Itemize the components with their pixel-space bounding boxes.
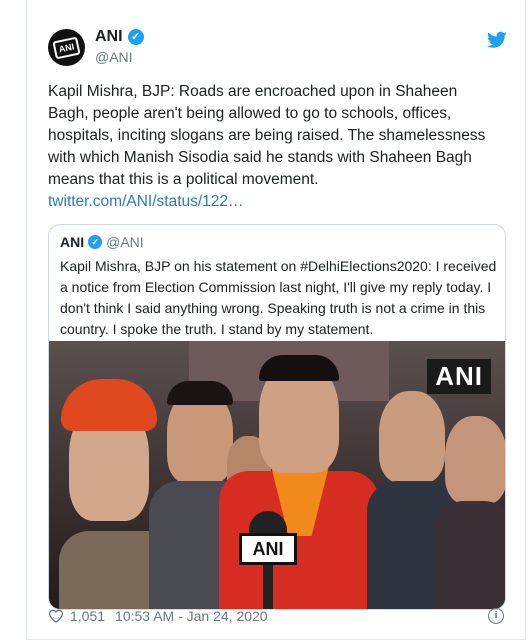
quoted-author-name: ANI — [60, 234, 85, 250]
tweet-body: Kapil Mishra, BJP: Roads are encroached … — [48, 83, 486, 188]
person-torso — [434, 501, 505, 609]
quoted-tweet[interactable]: ANI ✓ @ANI Kapil Mishra, BJP on his stat… — [48, 224, 506, 610]
speaker-hair — [259, 355, 339, 381]
tweet-footer: 1,051 10:53 AM - Jan 24, 2020 — [48, 608, 268, 624]
image-watermark: ANI — [427, 359, 491, 394]
person-hair — [167, 381, 233, 405]
timestamp[interactable]: 10:53 AM - Jan 24, 2020 — [115, 608, 268, 624]
quoted-tweet-image[interactable]: ANI ANI — [49, 341, 505, 609]
microphone: ANI — [239, 511, 297, 609]
avatar[interactable]: ANI — [48, 29, 85, 66]
tweet-link[interactable]: twitter.com/ANI/status/122… — [48, 193, 244, 210]
quoted-author-row: ANI ✓ @ANI — [60, 234, 144, 250]
author-name[interactable]: ANI — [95, 28, 123, 46]
person-face — [379, 391, 445, 483]
verified-badge-icon: ✓ — [127, 29, 144, 45]
quoted-tweet-text: Kapil Mishra, BJP on his statement on #D… — [60, 258, 497, 337]
quoted-author-handle: @ANI — [106, 234, 144, 250]
mic-label: ANI — [239, 533, 297, 565]
heart-icon[interactable] — [48, 609, 64, 623]
tweet-text-block: Kapil Mishra, BJP: Roads are encroached … — [48, 81, 498, 213]
avatar-logo: ANI — [52, 36, 81, 59]
turban — [61, 379, 157, 431]
twitter-bird-icon[interactable] — [487, 31, 507, 49]
like-count[interactable]: 1,051 — [70, 608, 105, 624]
mic-handle — [263, 565, 273, 609]
author-name-row[interactable]: ANI ✓ — [95, 28, 144, 46]
person-face — [445, 416, 505, 504]
info-icon[interactable]: i — [488, 608, 504, 624]
verified-badge-icon: ✓ — [88, 235, 103, 249]
author-handle[interactable]: @ANI — [95, 49, 133, 65]
